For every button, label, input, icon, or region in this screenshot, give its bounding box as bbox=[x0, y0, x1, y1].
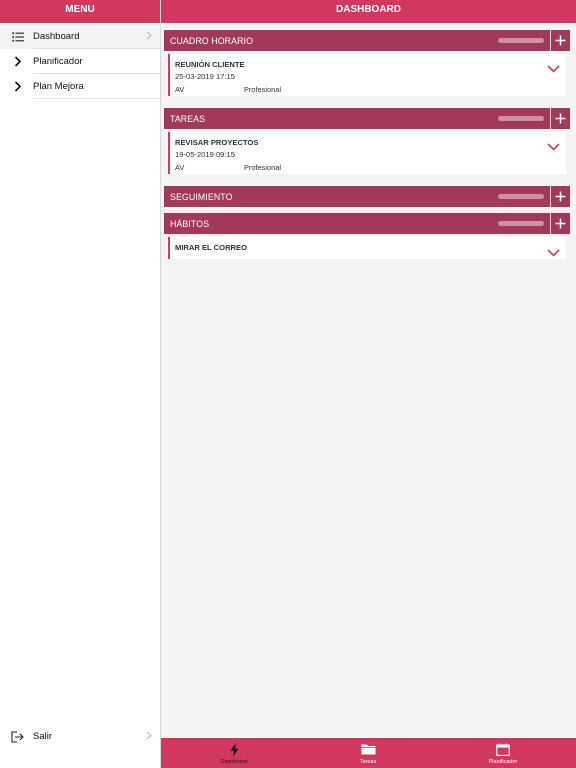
calendar-icon bbox=[468, 743, 538, 757]
section-title: TAREAS bbox=[170, 113, 206, 124]
card-title: REVISAR PROYECTOS bbox=[175, 138, 259, 147]
sidebar: MENU Dashboard Planificador Plan Mejora bbox=[0, 0, 161, 768]
section-header-seguimiento[interactable]: SEGUIMIENTO bbox=[164, 186, 570, 207]
add-button[interactable] bbox=[550, 186, 570, 207]
chevron-right-icon bbox=[146, 731, 160, 743]
list-item[interactable]: REVISAR PROYECTOS 19-05-2019 09:15 AV Pr… bbox=[168, 132, 566, 174]
add-button[interactable] bbox=[550, 213, 570, 234]
chevron-right-icon bbox=[0, 81, 33, 92]
logout-icon bbox=[0, 730, 33, 743]
section-header-cuadro-horario[interactable]: CUADRO HORARIO bbox=[164, 30, 570, 51]
chevron-right-icon bbox=[146, 31, 160, 43]
chevron-down-icon[interactable] bbox=[547, 60, 560, 78]
sidebar-item-label: Dashboard bbox=[33, 31, 80, 42]
logout-button[interactable]: Salir bbox=[0, 724, 160, 749]
plus-icon bbox=[555, 113, 566, 124]
plus-icon bbox=[555, 218, 566, 229]
sidebar-item-label: Planificador bbox=[33, 56, 83, 67]
progress-bar bbox=[498, 116, 544, 121]
logout-label: Salir bbox=[33, 731, 53, 742]
card-date: 25-03-2019 17:15 bbox=[175, 72, 235, 81]
card-tag: AV bbox=[175, 163, 185, 172]
add-button[interactable] bbox=[550, 108, 570, 129]
sidebar-item-dashboard[interactable]: Dashboard bbox=[0, 24, 160, 49]
progress-bar bbox=[498, 221, 544, 226]
main-content: DASHBOARD CUADRO HORARIO REUNIÓN CLIENTE… bbox=[161, 0, 576, 768]
tab-label: Planificador bbox=[488, 759, 518, 765]
add-button[interactable] bbox=[550, 30, 570, 51]
plus-icon bbox=[555, 35, 566, 46]
divider bbox=[33, 98, 160, 99]
page-title: DASHBOARD bbox=[161, 0, 576, 23]
card-title: MIRAR EL CORREO bbox=[175, 243, 248, 252]
list-item[interactable]: REUNIÓN CLIENTE 25-03-2019 17:15 AV Prof… bbox=[168, 54, 566, 96]
list-icon bbox=[0, 31, 33, 42]
folder-icon bbox=[333, 743, 403, 757]
lightning-icon bbox=[199, 743, 269, 757]
section-title: SEGUIMIENTO bbox=[170, 191, 233, 202]
tab-label: Dashboard bbox=[220, 759, 248, 765]
tab-label: Tareas bbox=[359, 759, 377, 765]
card-category: Profesional bbox=[244, 85, 281, 94]
plus-icon bbox=[555, 191, 566, 202]
card-tag: AV bbox=[175, 85, 185, 94]
section-title: HÁBITOS bbox=[170, 218, 210, 229]
section-header-habitos[interactable]: HÁBITOS bbox=[164, 213, 570, 234]
section-header-tareas[interactable]: TAREAS bbox=[164, 108, 570, 129]
progress-bar bbox=[498, 194, 544, 199]
sidebar-item-label: Plan Mejora bbox=[33, 81, 84, 92]
chevron-down-icon[interactable] bbox=[547, 138, 560, 156]
sidebar-item-planificador[interactable]: Planificador bbox=[0, 49, 160, 74]
tab-dashboard[interactable]: Dashboard bbox=[199, 738, 269, 768]
chevron-down-icon[interactable] bbox=[547, 244, 560, 262]
card-date: 19-05-2019 09:15 bbox=[175, 150, 235, 159]
section-title: CUADRO HORARIO bbox=[170, 35, 254, 46]
tab-planificador[interactable]: Planificador bbox=[468, 738, 538, 768]
tab-tareas[interactable]: Tareas bbox=[333, 738, 403, 768]
chevron-right-icon bbox=[0, 56, 33, 67]
list-item[interactable]: MIRAR EL CORREO bbox=[168, 237, 566, 259]
sidebar-title: MENU bbox=[0, 0, 160, 23]
card-category: Profesional bbox=[244, 163, 281, 172]
tab-bar: Dashboard Tareas Planificador bbox=[161, 738, 576, 768]
progress-bar bbox=[498, 38, 544, 43]
card-title: REUNIÓN CLIENTE bbox=[175, 60, 245, 69]
sidebar-item-plan-mejora[interactable]: Plan Mejora bbox=[0, 74, 160, 99]
